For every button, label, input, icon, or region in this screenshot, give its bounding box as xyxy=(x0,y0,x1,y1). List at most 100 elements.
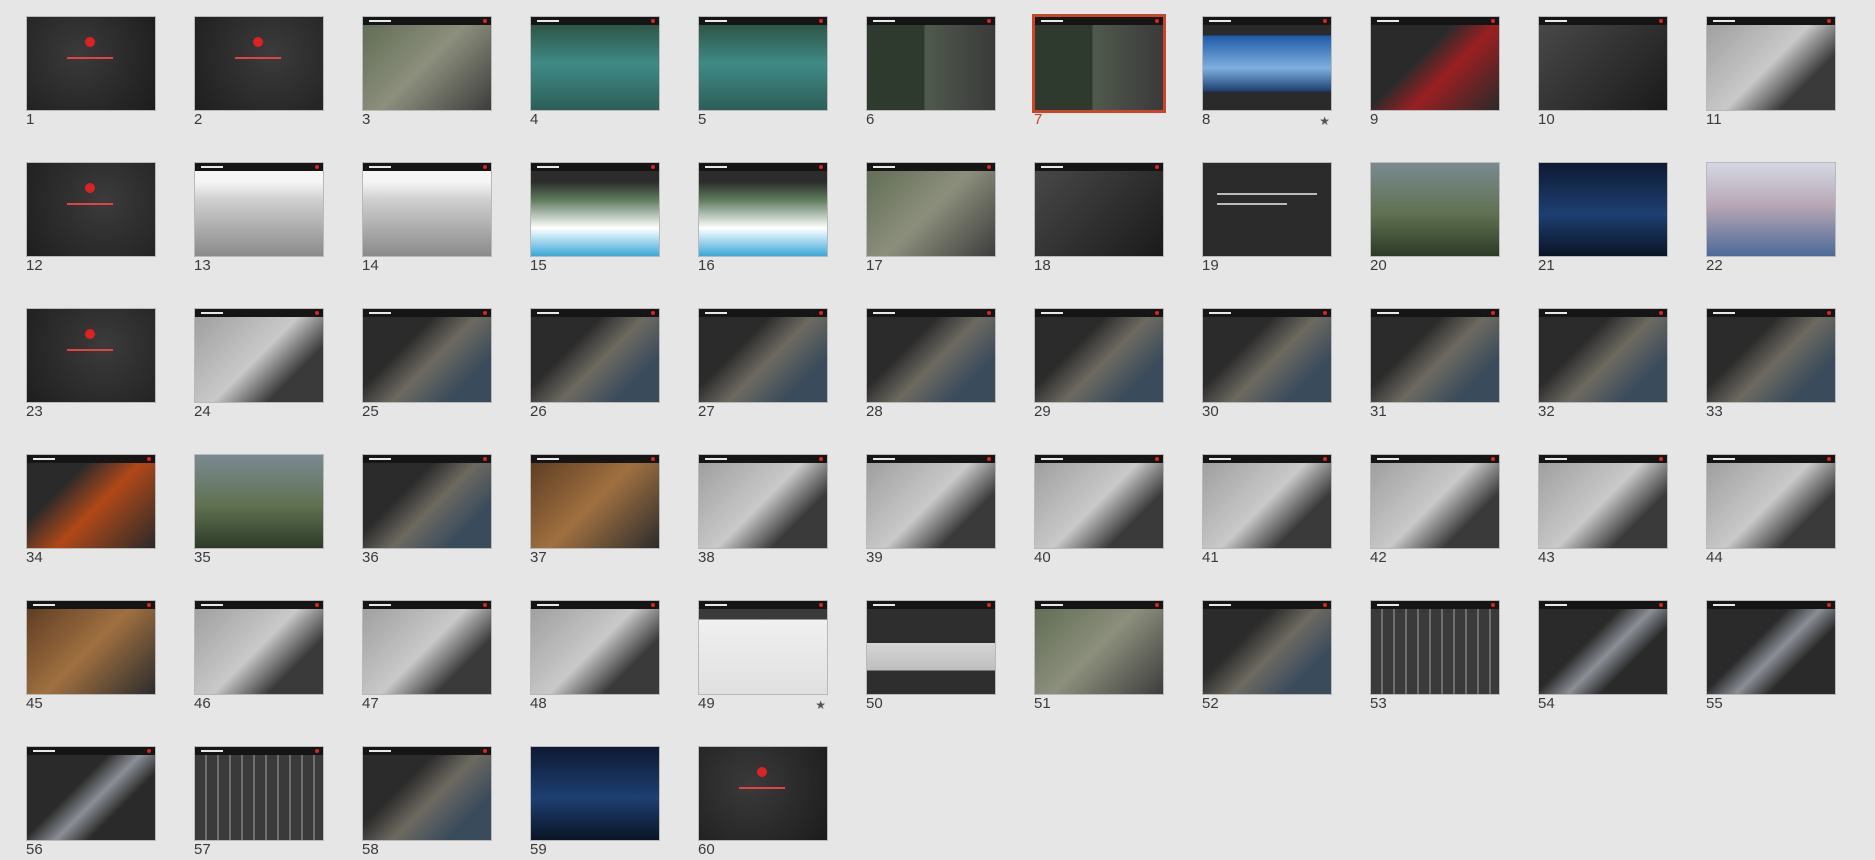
slide-preview[interactable] xyxy=(1034,308,1164,403)
slide-preview[interactable] xyxy=(698,746,828,841)
slide-thumbnail-44[interactable]: 44 xyxy=(1706,454,1836,566)
slide-thumbnail-29[interactable]: 29 xyxy=(1034,308,1164,420)
slide-thumbnail-52[interactable]: 52 xyxy=(1202,600,1332,712)
slide-thumbnail-53[interactable]: 53 xyxy=(1370,600,1500,712)
slide-thumbnail-59[interactable]: 59 xyxy=(530,746,660,858)
slide-thumbnail-25[interactable]: 25 xyxy=(362,308,492,420)
slide-preview[interactable] xyxy=(866,162,996,257)
slide-thumbnail-2[interactable]: 2 xyxy=(194,16,324,128)
slide-thumbnail-11[interactable]: 11 xyxy=(1706,16,1836,128)
slide-thumbnail-32[interactable]: 32 xyxy=(1538,308,1668,420)
slide-preview[interactable] xyxy=(1706,308,1836,403)
slide-thumbnail-47[interactable]: 47 xyxy=(362,600,492,712)
slide-thumbnail-17[interactable]: 17 xyxy=(866,162,996,274)
slide-preview[interactable] xyxy=(26,600,156,695)
slide-thumbnail-57[interactable]: 57 xyxy=(194,746,324,858)
slide-preview[interactable] xyxy=(866,600,996,695)
slide-preview[interactable] xyxy=(698,600,828,695)
slide-preview[interactable] xyxy=(530,308,660,403)
slide-thumbnail-22[interactable]: 22 xyxy=(1706,162,1836,274)
slide-thumbnail-21[interactable]: 21 xyxy=(1538,162,1668,274)
slide-preview[interactable] xyxy=(1538,16,1668,111)
slide-preview[interactable] xyxy=(1706,600,1836,695)
slide-thumbnail-4[interactable]: 4 xyxy=(530,16,660,128)
slide-thumbnail-7[interactable]: 7 xyxy=(1032,14,1166,128)
slide-preview[interactable] xyxy=(194,16,324,111)
slide-preview[interactable] xyxy=(866,454,996,549)
slide-preview[interactable] xyxy=(1202,308,1332,403)
slide-thumbnail-19[interactable]: 19 xyxy=(1202,162,1332,274)
slide-thumbnail-51[interactable]: 51 xyxy=(1034,600,1164,712)
animation-star-icon[interactable]: ★ xyxy=(1319,114,1330,128)
slide-preview[interactable] xyxy=(1706,162,1836,257)
slide-preview[interactable] xyxy=(1706,16,1836,111)
slide-thumbnail-37[interactable]: 37 xyxy=(530,454,660,566)
slide-thumbnail-3[interactable]: 3 xyxy=(362,16,492,128)
slide-preview[interactable] xyxy=(1538,162,1668,257)
slide-thumbnail-34[interactable]: 34 xyxy=(26,454,156,566)
slide-thumbnail-30[interactable]: 30 xyxy=(1202,308,1332,420)
slide-preview[interactable] xyxy=(698,308,828,403)
slide-preview[interactable] xyxy=(1370,600,1500,695)
slide-preview[interactable] xyxy=(362,746,492,841)
slide-preview[interactable] xyxy=(1706,454,1836,549)
slide-preview[interactable] xyxy=(26,308,156,403)
slide-preview[interactable] xyxy=(362,454,492,549)
slide-thumbnail-35[interactable]: 35 xyxy=(194,454,324,566)
slide-preview[interactable] xyxy=(1538,454,1668,549)
slide-preview[interactable] xyxy=(1202,162,1332,257)
slide-thumbnail-50[interactable]: 50 xyxy=(866,600,996,712)
slide-thumbnail-43[interactable]: 43 xyxy=(1538,454,1668,566)
slide-thumbnail-54[interactable]: 54 xyxy=(1538,600,1668,712)
slide-preview[interactable] xyxy=(26,162,156,257)
slide-preview[interactable] xyxy=(194,454,324,549)
slide-thumbnail-31[interactable]: 31 xyxy=(1370,308,1500,420)
slide-preview[interactable] xyxy=(1538,600,1668,695)
slide-preview[interactable] xyxy=(698,454,828,549)
slide-thumbnail-45[interactable]: 45 xyxy=(26,600,156,712)
slide-preview[interactable] xyxy=(1034,600,1164,695)
slide-preview[interactable] xyxy=(26,746,156,841)
slide-thumbnail-12[interactable]: 12 xyxy=(26,162,156,274)
slide-thumbnail-60[interactable]: 60 xyxy=(698,746,828,858)
slide-preview[interactable] xyxy=(1538,308,1668,403)
slide-thumbnail-38[interactable]: 38 xyxy=(698,454,828,566)
slide-preview[interactable] xyxy=(1370,162,1500,257)
slide-thumbnail-15[interactable]: 15 xyxy=(530,162,660,274)
slide-thumbnail-56[interactable]: 56 xyxy=(26,746,156,858)
slide-thumbnail-9[interactable]: 9 xyxy=(1370,16,1500,128)
slide-thumbnail-33[interactable]: 33 xyxy=(1706,308,1836,420)
slide-preview[interactable] xyxy=(194,746,324,841)
slide-thumbnail-13[interactable]: 13 xyxy=(194,162,324,274)
slide-preview[interactable] xyxy=(1034,454,1164,549)
slide-thumbnail-18[interactable]: 18 xyxy=(1034,162,1164,274)
slide-preview[interactable] xyxy=(866,308,996,403)
slide-preview[interactable] xyxy=(698,162,828,257)
slide-thumbnail-23[interactable]: 23 xyxy=(26,308,156,420)
slide-preview[interactable] xyxy=(362,308,492,403)
slide-preview[interactable] xyxy=(26,454,156,549)
slide-thumbnail-40[interactable]: 40 xyxy=(1034,454,1164,566)
slide-preview[interactable] xyxy=(194,162,324,257)
slide-thumbnail-14[interactable]: 14 xyxy=(362,162,492,274)
slide-thumbnail-24[interactable]: 24 xyxy=(194,308,324,420)
slide-preview[interactable] xyxy=(194,308,324,403)
slide-preview[interactable] xyxy=(1202,454,1332,549)
slide-thumbnail-39[interactable]: 39 xyxy=(866,454,996,566)
slide-thumbnail-16[interactable]: 16 xyxy=(698,162,828,274)
slide-preview[interactable] xyxy=(530,454,660,549)
slide-thumbnail-48[interactable]: 48 xyxy=(530,600,660,712)
slide-preview[interactable] xyxy=(530,600,660,695)
slide-sorter-panel[interactable]: 1 2 3 4 5 6 7 8 ★ 9 10 11 12 13 14 15 16 17 18 19 20 21 22 23 24… xyxy=(0,0,1875,860)
slide-preview[interactable] xyxy=(1370,16,1500,111)
slide-thumbnail-10[interactable]: 10 xyxy=(1538,16,1668,128)
slide-thumbnail-36[interactable]: 36 xyxy=(362,454,492,566)
slide-thumbnail-41[interactable]: 41 xyxy=(1202,454,1332,566)
animation-star-icon[interactable]: ★ xyxy=(815,698,826,712)
slide-preview[interactable] xyxy=(362,162,492,257)
slide-preview[interactable] xyxy=(530,746,660,841)
slide-preview[interactable] xyxy=(530,162,660,257)
slide-preview[interactable] xyxy=(530,16,660,111)
slide-preview[interactable] xyxy=(1032,14,1166,113)
slide-preview[interactable] xyxy=(698,16,828,111)
